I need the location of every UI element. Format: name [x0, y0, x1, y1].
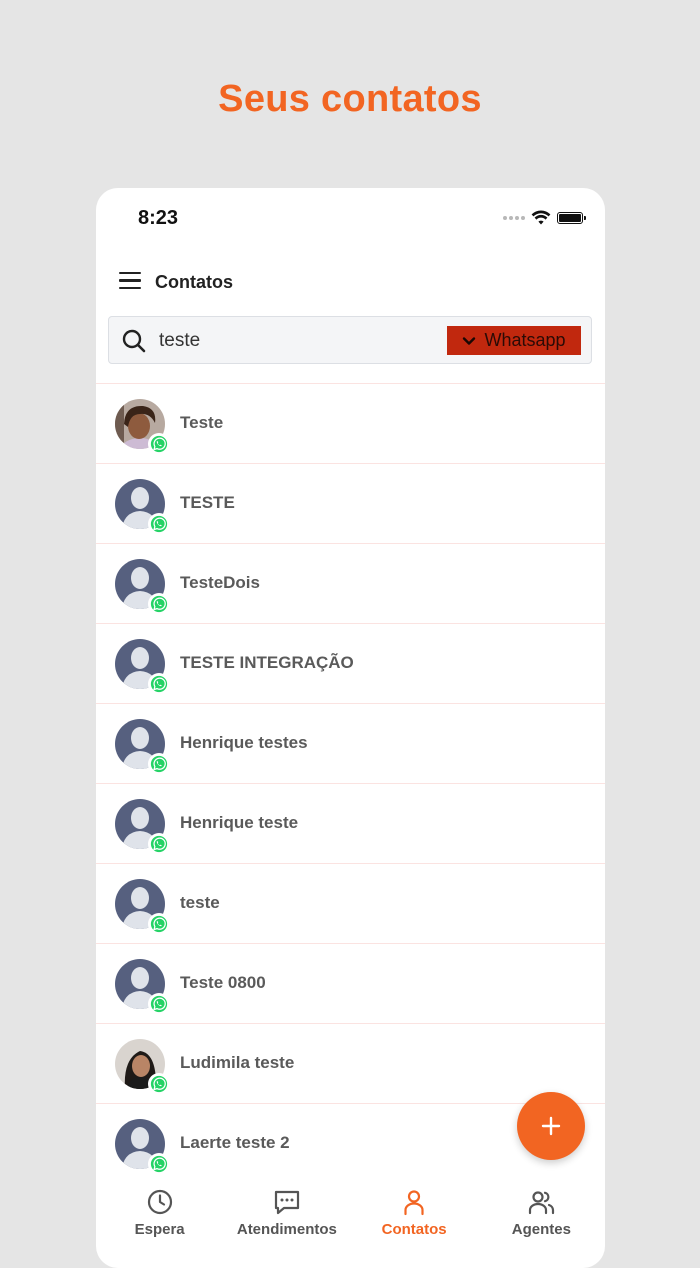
battery-icon — [557, 212, 586, 224]
contact-list: Teste TESTE TesteDois TESTE INTEGRAÇÃO H… — [96, 383, 605, 1184]
whatsapp-icon — [148, 993, 170, 1015]
contact-name: Henrique testes — [180, 733, 308, 752]
nav-label: Agentes — [511, 1221, 571, 1238]
contact-name: Teste — [180, 413, 224, 432]
channel-filter-label: Whatsapp — [484, 330, 566, 350]
nav-tab-contatos[interactable]: Contatos — [351, 1176, 478, 1246]
clock-icon — [147, 1189, 172, 1215]
contact-name: TesteDois — [180, 573, 260, 592]
search-bar: Whatsapp — [108, 316, 592, 364]
page-headline: Seus contatos — [218, 78, 482, 120]
cellular-signal-icon — [503, 216, 525, 220]
group-icon — [529, 1191, 555, 1215]
person-icon — [404, 1190, 424, 1216]
wifi-icon — [531, 210, 551, 225]
whatsapp-icon — [148, 673, 170, 695]
plus-icon — [541, 1116, 561, 1136]
contact-row[interactable]: teste — [96, 864, 605, 944]
status-time: 8:23 — [138, 207, 179, 229]
nav-tab-espera[interactable]: Espera — [96, 1176, 223, 1246]
hamburger-menu-icon[interactable] — [119, 272, 141, 290]
contact-row[interactable]: Henrique teste — [96, 784, 605, 864]
whatsapp-icon — [148, 833, 170, 855]
contact-name: Henrique teste — [180, 813, 299, 832]
contact-row[interactable]: Teste — [96, 384, 605, 464]
contact-name: Laerte teste 2 — [180, 1133, 290, 1152]
whatsapp-icon — [148, 513, 170, 535]
chevron-down-icon — [463, 336, 476, 345]
contact-row[interactable]: TesteDois — [96, 544, 605, 624]
status-bar: 8:23 — [96, 188, 605, 248]
search-input[interactable] — [159, 327, 439, 355]
contact-name: TESTE INTEGRAÇÃO — [180, 653, 354, 672]
contact-row[interactable]: Teste 0800 — [96, 944, 605, 1024]
contact-row[interactable]: TESTE — [96, 464, 605, 544]
contact-name: TESTE — [180, 493, 235, 512]
nav-label: Contatos — [381, 1221, 447, 1238]
whatsapp-icon — [148, 1073, 170, 1095]
contact-row[interactable]: TESTE INTEGRAÇÃO — [96, 624, 605, 704]
bottom-navigation: Espera Atendimentos Contatos Agentes — [96, 1176, 605, 1246]
nav-label: Espera — [134, 1221, 185, 1238]
channel-filter-dropdown[interactable]: Whatsapp — [447, 326, 581, 355]
contact-row[interactable]: Ludimila teste — [96, 1024, 605, 1104]
nav-label: Atendimentos — [236, 1221, 337, 1238]
whatsapp-icon — [148, 1153, 170, 1175]
whatsapp-icon — [148, 593, 170, 615]
contact-name: Teste 0800 — [180, 973, 266, 992]
contact-name: Ludimila teste — [180, 1053, 295, 1072]
chat-bubble-icon — [274, 1190, 299, 1215]
whatsapp-icon — [148, 433, 170, 455]
nav-tab-agentes[interactable]: Agentes — [478, 1176, 605, 1246]
whatsapp-icon — [148, 753, 170, 775]
app-header: Contatos — [96, 260, 605, 304]
contact-name: teste — [180, 893, 220, 912]
search-icon — [122, 329, 146, 353]
add-contact-button[interactable] — [517, 1092, 585, 1160]
status-icons — [503, 210, 586, 226]
contact-row[interactable]: Henrique testes — [96, 704, 605, 784]
phone-screen: 8:23 Contatos Whatsap — [96, 188, 605, 1268]
page-title: Contatos — [155, 272, 233, 292]
whatsapp-icon — [148, 913, 170, 935]
nav-tab-atendimentos[interactable]: Atendimentos — [223, 1176, 350, 1246]
